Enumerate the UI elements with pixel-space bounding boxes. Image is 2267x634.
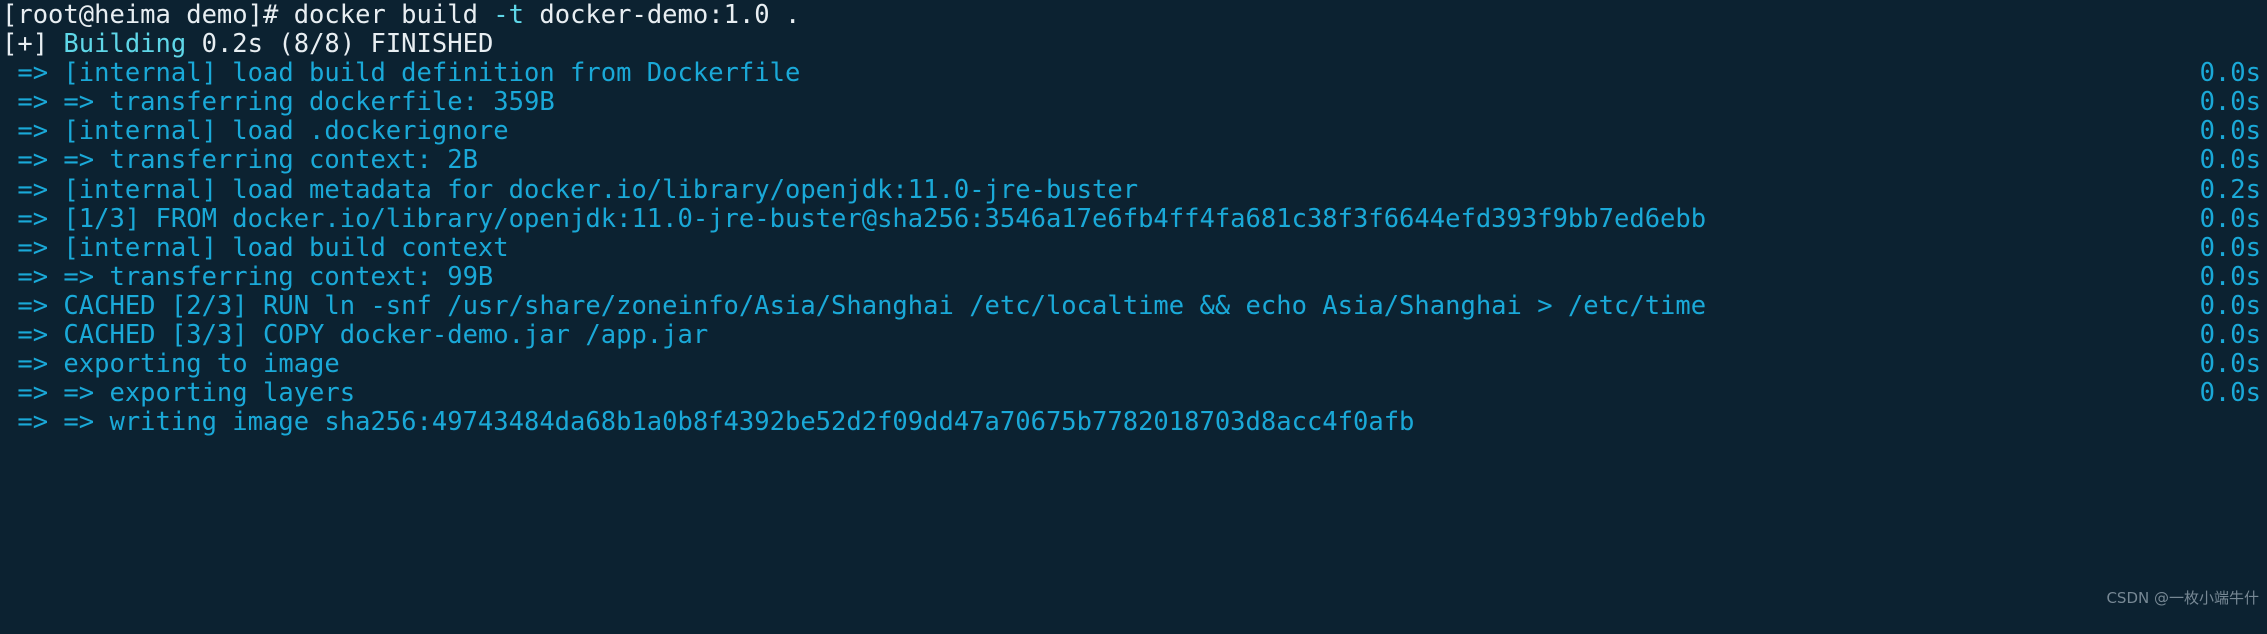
build-step-duration: 0.0s bbox=[2199, 378, 2261, 409]
build-step-row: => => transferring context: 2B 0.0s bbox=[0, 146, 2267, 175]
build-step-row: => exporting to image 0.0s bbox=[0, 350, 2267, 379]
build-step-row: => CACHED [3/3] COPY docker-demo.jar /ap… bbox=[0, 320, 2267, 351]
build-step-duration: 0.0s bbox=[2199, 349, 2261, 380]
build-step-row: => => exporting layers 0.0s bbox=[0, 379, 2267, 408]
build-step-text: => CACHED [2/3] RUN ln -snf /usr/share/z… bbox=[2, 290, 1707, 321]
build-step-text: => => writing image sha256:49743484da68b… bbox=[2, 407, 1415, 438]
build-step-duration: 0.0s bbox=[2199, 290, 2261, 321]
command-flag: -t bbox=[493, 0, 525, 30]
build-step-duration: 0.2s bbox=[2199, 174, 2261, 205]
command-name: docker build bbox=[293, 0, 494, 30]
build-step-duration: 0.0s bbox=[2199, 87, 2261, 118]
csdn-watermark: CSDN @一枚小端牛什 bbox=[2106, 589, 2259, 607]
terminal-output: [root@heima demo]# docker build -t docke… bbox=[0, 0, 2267, 437]
build-step-duration: 0.0s bbox=[2199, 58, 2261, 89]
command-args: docker-demo:1.0 . bbox=[524, 0, 801, 30]
build-step-text: => [internal] load .dockerignore bbox=[2, 116, 509, 147]
build-step-list: => [internal] load build definition from… bbox=[0, 59, 2267, 437]
build-step-row: => CACHED [2/3] RUN ln -snf /usr/share/z… bbox=[0, 290, 2267, 321]
build-step-row: => => writing image sha256:49743484da68b… bbox=[0, 408, 2267, 437]
build-step-row: => [1/3] FROM docker.io/library/openjdk:… bbox=[0, 203, 2267, 234]
command-prompt-line: [root@heima demo]# docker build -t docke… bbox=[0, 0, 2267, 30]
build-step-text: => => transferring context: 99B bbox=[2, 261, 494, 292]
shell-prompt: [root@heima demo]# bbox=[2, 0, 294, 30]
build-status-line: [+] Building 0.2s (8/8) FINISHED bbox=[0, 30, 2267, 59]
build-step-text: => [1/3] FROM docker.io/library/openjdk:… bbox=[2, 203, 1707, 234]
build-step-duration: 0.0s bbox=[2199, 203, 2261, 234]
build-step-text: => [internal] load build definition from… bbox=[2, 58, 801, 89]
build-step-row: => [internal] load .dockerignore 0.0s bbox=[0, 117, 2267, 146]
build-step-text: => [internal] load build context bbox=[2, 232, 509, 263]
build-step-row: => [internal] load build context 0.0s bbox=[0, 232, 2267, 263]
build-step-duration: 0.0s bbox=[2199, 232, 2261, 263]
build-step-row: => => transferring context: 99B 0.0s bbox=[0, 261, 2267, 292]
build-step-row: => => transferring dockerfile: 359B 0.0s bbox=[0, 88, 2267, 117]
build-step-duration: 0.0s bbox=[2199, 145, 2261, 176]
status-detail: 0.2s (8/8) FINISHED bbox=[186, 29, 494, 60]
build-step-duration: 0.0s bbox=[2199, 261, 2261, 292]
build-step-text: => [internal] load metadata for docker.i… bbox=[2, 174, 1139, 205]
build-step-text: => => transferring dockerfile: 359B bbox=[2, 87, 555, 118]
build-step-duration: 0.0s bbox=[2199, 320, 2261, 351]
build-step-text: => => exporting layers bbox=[2, 378, 356, 409]
build-step-row: => [internal] load build definition from… bbox=[0, 59, 2267, 88]
build-step-text: => => transferring context: 2B bbox=[2, 145, 478, 176]
build-step-row: => [internal] load metadata for docker.i… bbox=[0, 174, 2267, 205]
status-marker: [+] bbox=[2, 29, 64, 60]
terminal-window[interactable]: [root@heima demo]# docker build -t docke… bbox=[0, 0, 2267, 634]
build-step-duration: 0.0s bbox=[2199, 116, 2261, 147]
build-step-text: => exporting to image bbox=[2, 349, 340, 380]
status-verb: Building bbox=[63, 29, 187, 60]
build-step-text: => CACHED [3/3] COPY docker-demo.jar /ap… bbox=[2, 320, 709, 351]
